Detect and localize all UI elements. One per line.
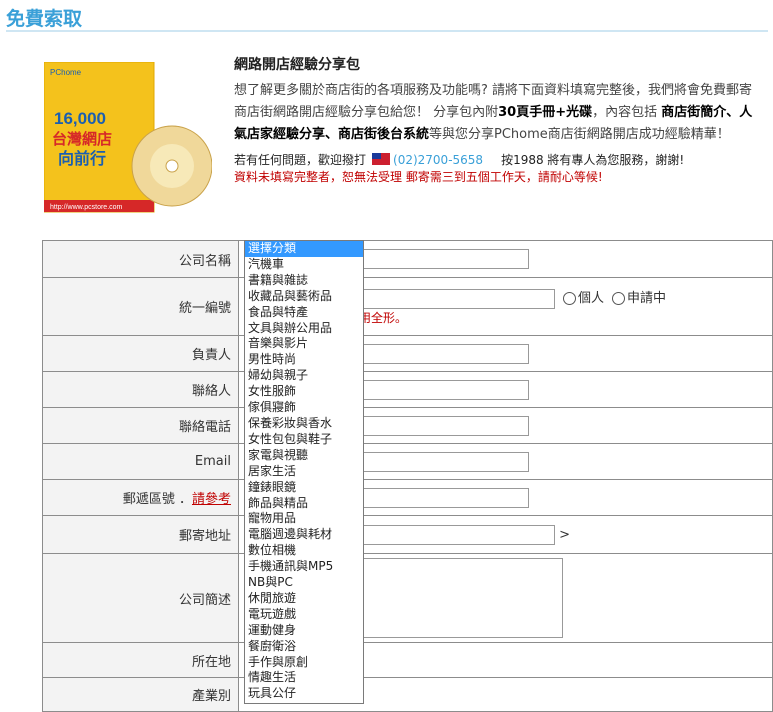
dropdown-option[interactable]: 手作與原創	[245, 655, 363, 671]
promo-line2: 向前行	[58, 149, 106, 168]
dropdown-option[interactable]: 汽機車	[245, 257, 363, 273]
taiwan-flag-icon	[372, 153, 391, 165]
dropdown-option[interactable]: 數位相機	[245, 543, 363, 559]
dropdown-option[interactable]: 文具與辦公用品	[245, 321, 363, 337]
address-label: 郵寄地址	[42, 515, 239, 554]
intro-section: 網路開店經驗分享包 想了解更多關於商店街的各項服務及功能嗎? 請將下面資料填寫完…	[234, 54, 764, 146]
dropdown-option[interactable]: 手機通訊與MP5	[245, 559, 363, 575]
dropdown-option[interactable]: 鐘錶眼鏡	[245, 480, 363, 496]
industry-label: 產業別	[42, 677, 239, 712]
dropdown-option[interactable]: 家電與視聽	[245, 448, 363, 464]
dropdown-option[interactable]: 寵物用品	[245, 511, 363, 527]
dropdown-option[interactable]: 餐廚衛浴	[245, 639, 363, 655]
dropdown-option[interactable]: 書籍與雜誌	[245, 273, 363, 289]
promo-brand: PChome	[50, 68, 82, 77]
dropdown-option[interactable]: 收藏品與藝術品	[245, 289, 363, 305]
dropdown-option[interactable]: 選擇分類	[245, 241, 363, 257]
taxid-label: 統一編號	[42, 277, 239, 336]
contact-label: 聯絡人	[42, 371, 239, 408]
zip-input[interactable]	[359, 487, 529, 508]
phone-number: (02)2700-5658	[393, 153, 484, 167]
category-dropdown[interactable]: 選擇分類 汽機車 書籍與雜誌 收藏品與藝術品 食品與特產 文具與辦公用品 音樂與影片 男性時尚…	[244, 240, 364, 704]
owner-label: 負責人	[42, 335, 239, 372]
dropdown-option[interactable]: 傢俱寢飾	[245, 400, 363, 416]
page-title: 免費索取	[6, 8, 83, 30]
contact-input[interactable]	[359, 379, 529, 400]
taxid-hint: 用全形。	[359, 310, 408, 325]
dropdown-option[interactable]: 飾品與精品	[245, 496, 363, 512]
dropdown-option[interactable]: 居家生活	[245, 464, 363, 480]
intro-heading: 網路開店經驗分享包	[234, 57, 360, 73]
phone-input[interactable]	[359, 415, 529, 436]
email-input[interactable]	[359, 451, 529, 472]
dropdown-option[interactable]: 玩具公仔	[245, 686, 363, 702]
promo-url: http://www.pcstore.com	[50, 204, 123, 211]
radio-personal[interactable]	[563, 292, 576, 306]
dropdown-option[interactable]: 電腦週邊與耗材	[245, 527, 363, 543]
promo-book-image: PChome 16,000 台灣網店 向前行 http://www.pcstor…	[44, 62, 212, 213]
dropdown-option[interactable]: NB與PC	[245, 575, 363, 591]
dropdown-option[interactable]: 保養彩妝與香水	[245, 416, 363, 432]
phone-label: 聯絡電話	[42, 407, 239, 444]
intro-text: 想了解更多關於商店街的各項服務及功能嗎? 請將下面資料填寫完整後，我們將會免費郵…	[234, 83, 753, 142]
desc-label: 公司簡述	[42, 553, 239, 643]
dropdown-option[interactable]: 情趣生活	[245, 670, 363, 686]
desc-textarea[interactable]	[359, 558, 563, 638]
dropdown-option[interactable]: 休閒旅遊	[245, 591, 363, 607]
dropdown-option[interactable]: 運動健身	[245, 623, 363, 639]
dropdown-option[interactable]: 婦幼與親子	[245, 368, 363, 384]
dropdown-option[interactable]: 電玩遊戲	[245, 607, 363, 623]
zip-label: 郵遞區號 ．請參考	[42, 479, 239, 516]
dropdown-option[interactable]: 食品與特產	[245, 305, 363, 321]
dropdown-option[interactable]: 女性包包與鞋子	[245, 432, 363, 448]
zip-reference-link[interactable]: 請參考	[192, 492, 231, 507]
promo-number: 16,000	[54, 109, 106, 128]
taxid-input[interactable]	[359, 288, 555, 309]
dropdown-option[interactable]: 女性服飾	[245, 384, 363, 400]
radio-pending[interactable]	[612, 292, 626, 306]
email-label: Email	[42, 443, 239, 480]
company-input[interactable]	[359, 249, 529, 269]
request-form: 公司名稱 統一編號 個人 申請中 用全形。 負責人 聯絡人 聯絡電話 Email 郵遞…	[42, 240, 773, 712]
promo-line1: 台灣網店	[52, 130, 112, 148]
owner-input[interactable]	[359, 343, 529, 364]
notice-text: 資料未填寫完整者，恕無法受理 郵寄需三到五個工作天，請耐心等候!	[234, 170, 603, 184]
company-label: 公司名稱	[42, 240, 239, 278]
title-divider	[6, 30, 768, 32]
dropdown-option[interactable]: 男性時尚	[245, 352, 363, 368]
address-input[interactable]	[359, 524, 555, 545]
location-label: 所在地	[42, 642, 239, 678]
contact-line: 若有任何問題，歡迎撥打 (02)2700-5658 按1988 將有專人為您服務，謝…	[234, 153, 685, 167]
dropdown-option[interactable]: 音樂與影片	[245, 336, 363, 352]
